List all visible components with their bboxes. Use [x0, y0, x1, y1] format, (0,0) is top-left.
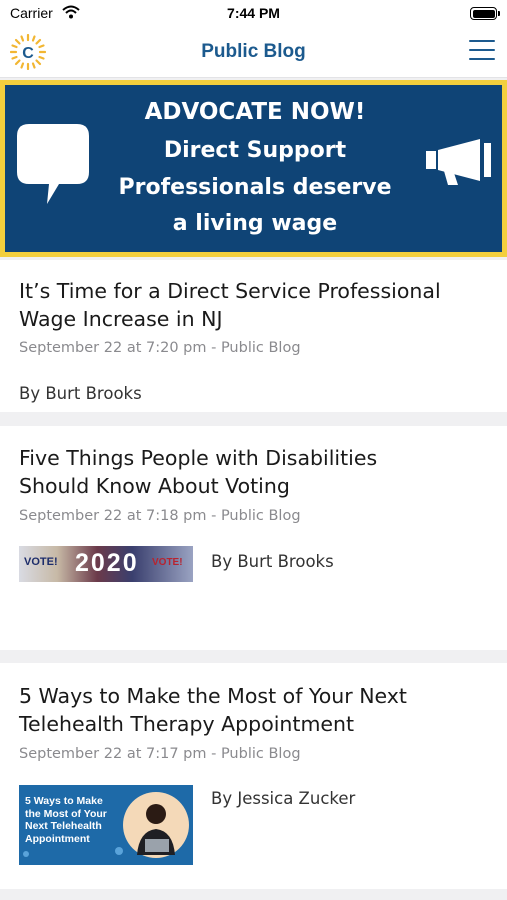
page-title: Public Blog [201, 41, 306, 62]
banner-text-line: a living wage [172, 211, 338, 236]
post-title[interactable]: 5 Ways to Make the Most of Your Next Tel… [19, 682, 489, 738]
post-title-line: Telehealth Therapy Appointment [19, 712, 355, 736]
banner-headline: ADVOCATE NOW! [144, 99, 366, 125]
thumbnail-caption-line: 5 Ways to Make [25, 795, 103, 807]
status-bar: Carrier 7:44 PM [0, 0, 507, 28]
thumbnail-caption-line: Appointment [25, 832, 90, 845]
decorative-dot [115, 847, 123, 855]
post-author: By Burt Brooks [211, 552, 334, 571]
blog-post-card[interactable]: 5 Ways to Make the Most of Your Next Tel… [0, 663, 507, 889]
post-meta: September 22 at 7:18 pm - Public Blog [19, 508, 301, 524]
post-title[interactable]: It’s Time for a Direct Service Professio… [19, 277, 489, 333]
advocacy-banner[interactable]: ADVOCATE NOW! Direct Support Professiona… [0, 80, 507, 257]
post-author: By Burt Brooks [19, 384, 142, 403]
post-title-line: Should Know About Voting [19, 474, 290, 498]
vote-label-left: VOTE! [24, 556, 58, 568]
decorative-dot [23, 851, 29, 857]
hamburger-line [469, 40, 495, 42]
post-meta: September 22 at 7:20 pm - Public Blog [19, 340, 301, 356]
post-title-line: Five Things People with Disabilities [19, 446, 378, 470]
hamburger-line [469, 49, 495, 51]
hamburger-line [469, 58, 495, 60]
navigation-bar: C Public Blog [0, 28, 507, 78]
menu-button[interactable] [469, 40, 495, 62]
post-thumbnail[interactable]: VOTE! 2020 VOTE! [19, 546, 193, 582]
post-author: By Jessica Zucker [211, 789, 356, 808]
post-title-line: Wage Increase in NJ [19, 307, 223, 331]
post-meta: September 22 at 7:17 pm - Public Blog [19, 746, 301, 762]
megaphone-icon [426, 139, 491, 185]
thumbnail-caption-line: Next Telehealth [25, 820, 102, 832]
blog-post-card[interactable]: It’s Time for a Direct Service Professio… [0, 260, 507, 412]
thumbnail-caption-line: the Most of Your [25, 807, 107, 820]
person-with-laptop-image [123, 792, 189, 858]
year-label: 2020 [75, 549, 139, 577]
status-time: 7:44 PM [227, 5, 280, 21]
banner-text-line: Direct Support [163, 138, 347, 163]
post-title-line: It’s Time for a Direct Service Professio… [19, 279, 441, 303]
thumbnail-caption: 5 Ways to Make the Most of Your Next Tel… [25, 795, 107, 845]
vote-label-right: VOTE! [152, 557, 183, 568]
post-thumbnail[interactable]: 5 Ways to Make the Most of Your Next Tel… [19, 785, 193, 865]
post-title-line: 5 Ways to Make the Most of Your Next [19, 684, 407, 708]
post-title[interactable]: Five Things People with Disabilities Sho… [19, 444, 489, 500]
battery-icon [470, 7, 500, 20]
blog-post-card[interactable]: Five Things People with Disabilities Sho… [0, 426, 507, 650]
banner-text-line: Professionals deserve [118, 175, 392, 200]
